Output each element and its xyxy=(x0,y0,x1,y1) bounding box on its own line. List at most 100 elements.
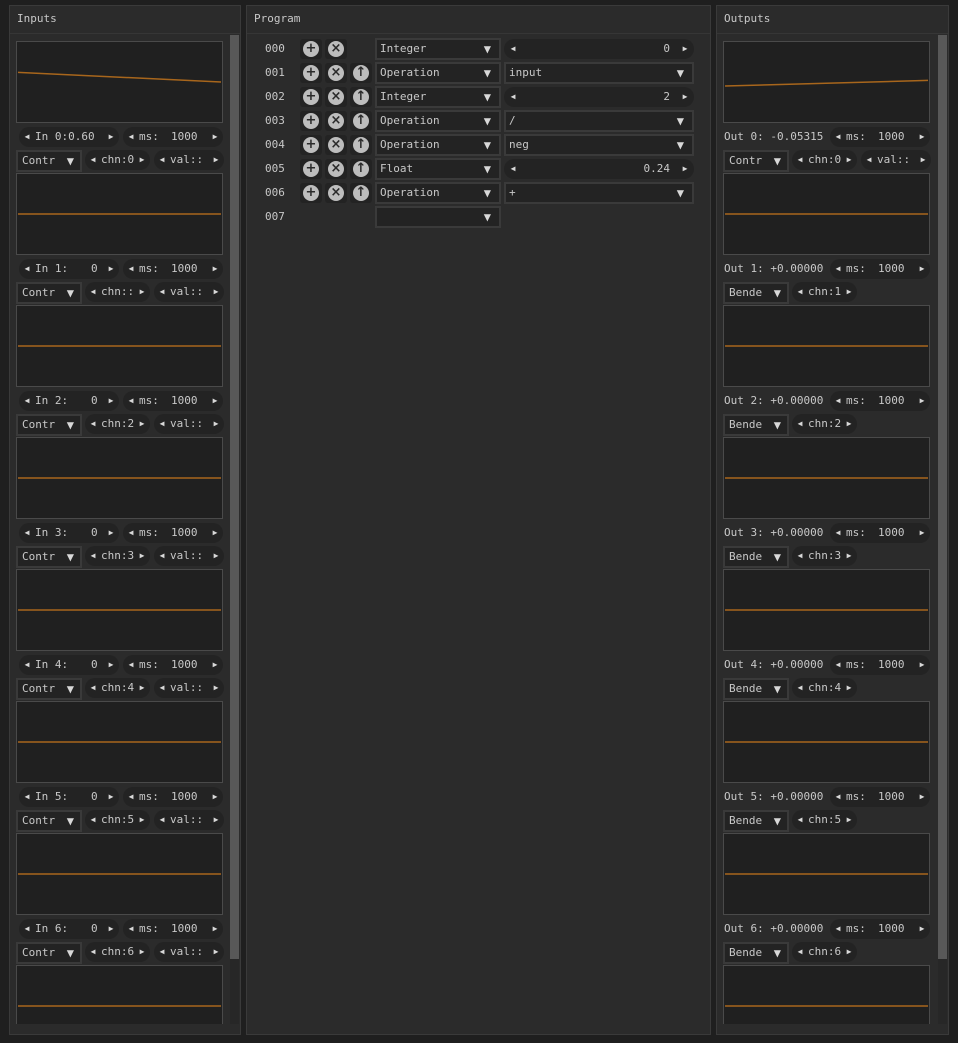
decrement-arrow-icon[interactable]: ◀ xyxy=(125,787,137,807)
increment-arrow-icon[interactable]: ▶ xyxy=(209,919,221,939)
decrement-arrow-icon[interactable]: ◀ xyxy=(507,87,519,107)
decrement-arrow-icon[interactable]: ◀ xyxy=(21,655,33,675)
input-value-stepper[interactable]: ◀ ▶ In 5: 0 xyxy=(19,787,119,807)
increment-arrow-icon[interactable]: ▶ xyxy=(209,127,221,147)
move-up-button[interactable]: ↑ xyxy=(350,135,372,155)
add-button[interactable]: + xyxy=(300,111,322,131)
increment-arrow-icon[interactable]: ▶ xyxy=(105,523,117,543)
input-val-stepper[interactable]: ◀ ▶ val:: xyxy=(154,546,224,566)
increment-arrow-icon[interactable]: ▶ xyxy=(210,942,222,962)
decrement-arrow-icon[interactable]: ◀ xyxy=(156,282,168,302)
decrement-arrow-icon[interactable]: ◀ xyxy=(794,810,806,830)
decrement-arrow-icon[interactable]: ◀ xyxy=(21,391,33,411)
decrement-arrow-icon[interactable]: ◀ xyxy=(21,523,33,543)
output-mode-combo[interactable]: Bende ▼ xyxy=(723,942,789,964)
increment-arrow-icon[interactable]: ▶ xyxy=(843,810,855,830)
increment-arrow-icon[interactable]: ▶ xyxy=(210,150,222,170)
add-button[interactable]: + xyxy=(300,183,322,203)
output-mode-combo[interactable]: Bende ▼ xyxy=(723,546,789,568)
inputs-scrollbar-thumb[interactable] xyxy=(230,35,239,959)
decrement-arrow-icon[interactable]: ◀ xyxy=(794,546,806,566)
increment-arrow-icon[interactable]: ▶ xyxy=(843,678,855,698)
output-val-stepper[interactable]: ◀ ▶ val:: xyxy=(861,150,931,170)
increment-arrow-icon[interactable]: ▶ xyxy=(209,259,221,279)
output-chn-stepper[interactable]: ◀ ▶ chn:2 xyxy=(792,414,857,434)
input-val-stepper[interactable]: ◀ ▶ val:: xyxy=(154,678,224,698)
output-ms-stepper[interactable]: ◀ ▶ ms: 1000 xyxy=(830,919,930,939)
input-ms-stepper[interactable]: ◀ ▶ ms: 1000 xyxy=(123,391,223,411)
program-operation-combo[interactable]: + ▼ xyxy=(504,182,694,204)
output-chn-stepper[interactable]: ◀ ▶ chn:1 xyxy=(792,282,857,302)
move-up-button[interactable]: ↑ xyxy=(350,111,372,131)
increment-arrow-icon[interactable]: ▶ xyxy=(136,810,148,830)
increment-arrow-icon[interactable]: ▶ xyxy=(916,523,928,543)
decrement-arrow-icon[interactable]: ◀ xyxy=(125,523,137,543)
increment-arrow-icon[interactable]: ▶ xyxy=(136,546,148,566)
increment-arrow-icon[interactable]: ▶ xyxy=(916,127,928,147)
input-chn-stepper[interactable]: ◀ ▶ chn:3 xyxy=(85,546,150,566)
output-mode-combo[interactable]: Contr ▼ xyxy=(723,150,789,172)
decrement-arrow-icon[interactable]: ◀ xyxy=(156,150,168,170)
increment-arrow-icon[interactable]: ▶ xyxy=(210,678,222,698)
increment-arrow-icon[interactable]: ▶ xyxy=(136,150,148,170)
increment-arrow-icon[interactable]: ▶ xyxy=(209,655,221,675)
decrement-arrow-icon[interactable]: ◀ xyxy=(794,678,806,698)
remove-button[interactable]: × xyxy=(325,111,347,131)
input-mode-combo[interactable]: Contr ▼ xyxy=(16,546,82,568)
remove-button[interactable]: × xyxy=(325,39,347,59)
input-chn-stepper[interactable]: ◀ ▶ chn:5 xyxy=(85,810,150,830)
increment-arrow-icon[interactable]: ▶ xyxy=(209,523,221,543)
increment-arrow-icon[interactable]: ▶ xyxy=(105,919,117,939)
output-mode-combo[interactable]: Bende ▼ xyxy=(723,414,789,436)
output-ms-stepper[interactable]: ◀ ▶ ms: 1000 xyxy=(830,787,930,807)
output-chn-stepper[interactable]: ◀ ▶ chn:3 xyxy=(792,546,857,566)
input-ms-stepper[interactable]: ◀ ▶ ms: 1000 xyxy=(123,127,223,147)
decrement-arrow-icon[interactable]: ◀ xyxy=(125,127,137,147)
input-mode-combo[interactable]: Contr ▼ xyxy=(16,810,82,832)
increment-arrow-icon[interactable]: ▶ xyxy=(136,282,148,302)
move-up-button[interactable]: ↑ xyxy=(350,183,372,203)
increment-arrow-icon[interactable]: ▶ xyxy=(843,546,855,566)
output-ms-stepper[interactable]: ◀ ▶ ms: 1000 xyxy=(830,391,930,411)
increment-arrow-icon[interactable]: ▶ xyxy=(210,546,222,566)
increment-arrow-icon[interactable]: ▶ xyxy=(916,259,928,279)
add-button[interactable]: + xyxy=(300,63,322,83)
decrement-arrow-icon[interactable]: ◀ xyxy=(832,919,844,939)
increment-arrow-icon[interactable]: ▶ xyxy=(105,259,117,279)
remove-button[interactable]: × xyxy=(325,159,347,179)
decrement-arrow-icon[interactable]: ◀ xyxy=(21,127,33,147)
input-ms-stepper[interactable]: ◀ ▶ ms: 1000 xyxy=(123,919,223,939)
move-up-button[interactable]: ↑ xyxy=(350,63,372,83)
increment-arrow-icon[interactable]: ▶ xyxy=(136,678,148,698)
remove-button[interactable]: × xyxy=(325,63,347,83)
increment-arrow-icon[interactable]: ▶ xyxy=(679,39,691,59)
increment-arrow-icon[interactable]: ▶ xyxy=(210,810,222,830)
decrement-arrow-icon[interactable]: ◀ xyxy=(87,150,99,170)
input-chn-stepper[interactable]: ◀ ▶ chn:6 xyxy=(85,942,150,962)
input-chn-stepper[interactable]: ◀ ▶ chn:: xyxy=(85,282,150,302)
output-chn-stepper[interactable]: ◀ ▶ chn:4 xyxy=(792,678,857,698)
program-operation-combo[interactable]: / ▼ xyxy=(504,110,694,132)
program-type-combo[interactable]: Operation ▼ xyxy=(375,62,501,84)
remove-button[interactable]: × xyxy=(325,135,347,155)
increment-arrow-icon[interactable]: ▶ xyxy=(916,919,928,939)
decrement-arrow-icon[interactable]: ◀ xyxy=(832,259,844,279)
decrement-arrow-icon[interactable]: ◀ xyxy=(87,810,99,830)
decrement-arrow-icon[interactable]: ◀ xyxy=(156,414,168,434)
decrement-arrow-icon[interactable]: ◀ xyxy=(87,414,99,434)
move-up-button[interactable]: ↑ xyxy=(350,87,372,107)
program-value-stepper[interactable]: ◀ ▶ 2 xyxy=(504,87,694,107)
decrement-arrow-icon[interactable]: ◀ xyxy=(156,942,168,962)
increment-arrow-icon[interactable]: ▶ xyxy=(917,150,929,170)
decrement-arrow-icon[interactable]: ◀ xyxy=(156,678,168,698)
decrement-arrow-icon[interactable]: ◀ xyxy=(21,919,33,939)
input-ms-stepper[interactable]: ◀ ▶ ms: 1000 xyxy=(123,787,223,807)
output-ms-stepper[interactable]: ◀ ▶ ms: 1000 xyxy=(830,127,930,147)
increment-arrow-icon[interactable]: ▶ xyxy=(136,414,148,434)
input-mode-combo[interactable]: Contr ▼ xyxy=(16,942,82,964)
decrement-arrow-icon[interactable]: ◀ xyxy=(832,787,844,807)
increment-arrow-icon[interactable]: ▶ xyxy=(105,127,117,147)
input-value-stepper[interactable]: ◀ ▶ In 3: 0 xyxy=(19,523,119,543)
decrement-arrow-icon[interactable]: ◀ xyxy=(125,655,137,675)
program-operation-combo[interactable]: input ▼ xyxy=(504,62,694,84)
